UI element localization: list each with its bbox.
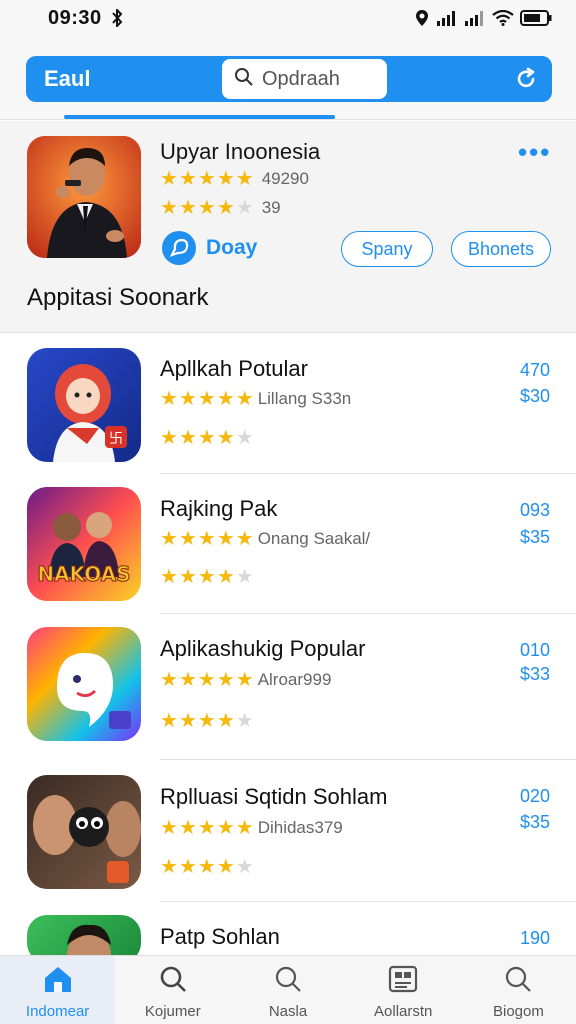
tab-label: Biogom: [492, 1003, 544, 1020]
app-price[interactable]: $35: [520, 812, 550, 833]
app-header: Eaul Opdraah: [0, 36, 576, 120]
more-options-icon[interactable]: •••: [518, 137, 551, 168]
brand-link[interactable]: Doay: [162, 231, 257, 265]
tab-indicator: [64, 115, 335, 119]
rating-stars: ★ ★ ★ ★ ★: [160, 197, 254, 219]
app-title: Patp Sohlan: [160, 924, 280, 949]
list-item[interactable]: Rplluasi Sqtidn Sohlam ★ ★ ★ ★ ★ Dihidas379 …: [0, 760, 576, 902]
svg-text:卐: 卐: [109, 431, 123, 447]
tab-label: Indomear: [25, 1003, 90, 1020]
list-item[interactable]: Aplikashukig Popular ★ ★ ★ ★ ★ Alroar999 ★ ★ ★…: [0, 614, 576, 760]
rating-stars: ★ ★ ★ ★ ★: [160, 566, 254, 588]
app-icon[interactable]: [27, 627, 141, 741]
bottom-tab-bar: Indomear Kojumer Nasla Aollarstn Biogom: [0, 955, 576, 1024]
featured-card[interactable]: Upyar Inoonesia ••• ★ ★ ★ ★ ★ 49290 ★ ★ ★ ★ ★ 39…: [0, 121, 576, 333]
location-icon: [414, 9, 430, 27]
featured-image[interactable]: [27, 136, 141, 258]
search-icon: [273, 964, 303, 999]
featured-rating-1: ★ ★ ★ ★ ★ 49290: [160, 169, 309, 189]
status-time: 09:30: [48, 6, 102, 29]
rating-stars: ★ ★ ★ ★ ★: [160, 856, 254, 878]
tab-label: Aollarstn: [374, 1003, 433, 1020]
tab-search[interactable]: Kojumer: [115, 956, 230, 1024]
search-icon: [503, 964, 533, 999]
search-icon: [234, 67, 254, 92]
app-count: 093: [519, 500, 550, 520]
app-meta-text: Alroar999: [257, 670, 332, 689]
app-icon[interactable]: 卐: [27, 348, 141, 462]
app-count: 020: [519, 786, 550, 806]
tab-apps[interactable]: Aollarstn: [346, 956, 461, 1024]
app-count: 470: [519, 360, 550, 380]
rating-count: 39: [261, 198, 281, 217]
search-placeholder: Opdraah: [262, 67, 340, 90]
section-title: Appitasi Soonark: [27, 284, 209, 311]
search-input[interactable]: Opdraah: [222, 59, 387, 99]
battery-icon: [520, 9, 552, 27]
app-meta: ★ ★ ★ ★ ★ Dihidas379: [160, 817, 343, 839]
refresh-icon[interactable]: [512, 65, 540, 93]
bluetooth-icon: [110, 9, 124, 27]
app-title: Apllkah Potular: [160, 356, 308, 381]
signal-icon: [436, 10, 458, 26]
app-meta: ★ ★ ★ ★ ★ Alroar999: [160, 669, 332, 691]
app-meta-text: Lillang S33n: [257, 389, 352, 408]
app-meta-text: Onang Saakal/: [257, 529, 371, 548]
list-item[interactable]: Patp Sohlan 190: [0, 902, 576, 963]
tab-label: Kojumer: [144, 1003, 201, 1020]
status-bar: 09:30: [0, 0, 576, 36]
app-price[interactable]: $35: [520, 527, 550, 548]
rating-stars: ★ ★ ★ ★ ★: [160, 710, 254, 732]
app-meta: ★ ★ ★ ★ ★ Onang Saakal/: [160, 528, 371, 550]
app-icon[interactable]: NAKOAS: [27, 487, 141, 601]
featured-button-2[interactable]: Bhonets: [451, 231, 551, 267]
app-price[interactable]: $30: [520, 386, 550, 407]
app-count: 010: [519, 640, 550, 660]
app-title: Rplluasi Sqtidn Sohlam: [160, 784, 388, 809]
search-icon: [158, 964, 188, 999]
featured-button-1[interactable]: Spany: [341, 231, 433, 267]
tab-home[interactable]: Indomear: [0, 956, 116, 1024]
signal-2-icon: [464, 10, 486, 26]
app-title: Rajking Pak: [160, 496, 278, 521]
app-count: 190: [519, 928, 550, 948]
rating-stars: ★ ★ ★ ★ ★: [160, 168, 254, 190]
tab-label: Nasla: [268, 1003, 308, 1020]
app-title: Aplikashukig Popular: [160, 636, 366, 661]
list-item[interactable]: 卐 Apllkah Potular ★ ★ ★ ★ ★ Lillang S33n ★ ★ ★…: [0, 334, 576, 474]
rating-text: 49290: [261, 169, 309, 188]
app-meta-text: Dihidas379: [257, 818, 343, 837]
list-item[interactable]: NAKOAS Rajking Pak ★ ★ ★ ★ ★ Onang Saakal/ ★…: [0, 474, 576, 614]
featured-title: Upyar Inoonesia: [160, 139, 321, 164]
app-price[interactable]: $33: [520, 664, 550, 685]
home-icon: [42, 964, 74, 999]
app-meta: ★ ★ ★ ★ ★ Lillang S33n: [160, 388, 352, 410]
tab-profile[interactable]: Biogom: [461, 956, 576, 1024]
brand-logo-icon: [162, 231, 196, 265]
brand-name: Doay: [206, 236, 258, 259]
header-bar: Eaul Opdraah: [26, 56, 552, 102]
tab-explore[interactable]: Nasla: [230, 956, 345, 1024]
svg-text:NAKOAS: NAKOAS: [37, 562, 130, 586]
wifi-icon: [492, 10, 514, 26]
featured-rating-2: ★ ★ ★ ★ ★ 39: [160, 198, 281, 218]
header-title: Eaul: [44, 66, 91, 91]
rating-stars: ★ ★ ★ ★ ★: [160, 427, 254, 449]
apps-icon: [387, 964, 419, 999]
app-icon[interactable]: [27, 775, 141, 889]
